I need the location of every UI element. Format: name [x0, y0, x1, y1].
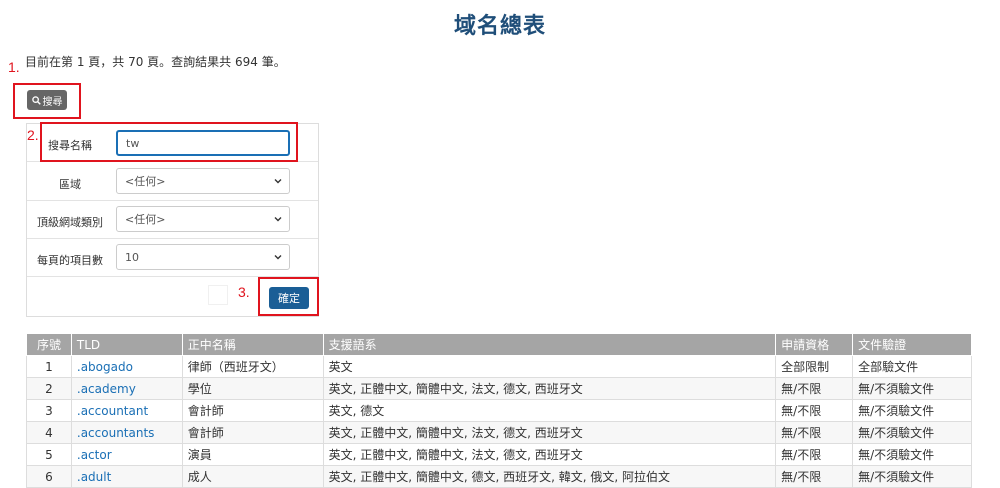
- blank-placeholder: [208, 285, 228, 305]
- form-row-per-page: 每頁的項目數 10: [27, 239, 318, 277]
- search-button-label: 搜尋: [42, 96, 63, 108]
- cell-languages: 英文, 正體中文, 簡體中文, 法文, 德文, 西班牙文: [322, 377, 777, 400]
- cell-languages: 英文, 德文: [322, 399, 777, 422]
- form-row-region: 區域 <任何>: [27, 163, 318, 201]
- table-row: 3 .accountant 會計師 英文, 德文 無/不限 無/不須驗文件: [26, 399, 972, 422]
- table-row: 5 .actor 演員 英文, 正體中文, 簡體中文, 法文, 德文, 西班牙文 無/不…: [26, 443, 972, 466]
- cell-chinese-name: 會計師: [181, 399, 324, 422]
- cell-chinese-name: 學位: [181, 377, 324, 400]
- cell-tld[interactable]: .accountants: [70, 421, 183, 444]
- form-row-tld-type: 頂級網域類別 <任何>: [27, 201, 318, 239]
- header-eligibility[interactable]: 申請資格: [775, 333, 854, 356]
- chevron-down-icon: [274, 217, 282, 222]
- cell-chinese-name: 成人: [181, 465, 324, 488]
- cell-doc-verification: 無/不須驗文件: [852, 377, 972, 400]
- cell-eligibility: 無/不限: [775, 465, 854, 488]
- annotation-1-label: 1.: [8, 59, 20, 75]
- per-page-field-label: 每頁的項目數: [37, 254, 103, 267]
- chevron-down-icon: [274, 179, 282, 184]
- per-page-select-value: 10: [125, 250, 139, 264]
- header-index: 序號: [26, 333, 72, 356]
- result-summary: 目前在第 1 頁，共 70 頁。查詢結果共 694 筆。: [25, 55, 286, 69]
- cell-languages: 英文, 正體中文, 簡體中文, 法文, 德文, 西班牙文: [322, 443, 777, 466]
- tld-type-select[interactable]: <任何>: [116, 206, 290, 232]
- cell-tld[interactable]: .actor: [70, 443, 183, 466]
- header-doc-verification: 文件驗證: [852, 333, 972, 356]
- cell-eligibility: 無/不限: [775, 377, 854, 400]
- cell-tld[interactable]: .adult: [70, 465, 183, 488]
- domain-table: 序號 TLD 正中名稱 支援語系 申請資格 文件驗證 1 .abogado 律師（西…: [26, 333, 972, 488]
- search-toggle-button[interactable]: 搜尋: [27, 90, 67, 110]
- cell-doc-verification: 全部驗文件: [852, 355, 972, 378]
- cell-index: 4: [26, 421, 72, 444]
- table-row: 4 .accountants 會計師 英文, 正體中文, 簡體中文, 法文, 德文, …: [26, 421, 972, 444]
- region-select-value: <任何>: [125, 175, 166, 188]
- tld-type-field-label: 頂級網域類別: [37, 216, 103, 229]
- cell-index: 2: [26, 377, 72, 400]
- per-page-select[interactable]: 10: [116, 244, 290, 270]
- cell-index: 5: [26, 443, 72, 466]
- cell-languages: 英文, 正體中文, 簡體中文, 德文, 西班牙文, 韓文, 俄文, 阿拉伯文: [322, 465, 777, 488]
- annotation-2-box: [40, 122, 298, 162]
- cell-tld[interactable]: .abogado: [70, 355, 183, 378]
- table-header-row: 序號 TLD 正中名稱 支援語系 申請資格 文件驗證: [26, 333, 972, 356]
- cell-eligibility: 無/不限: [775, 399, 854, 422]
- annotation-2-label: 2.: [27, 127, 39, 143]
- cell-tld[interactable]: .accountant: [70, 399, 183, 422]
- cell-eligibility: 全部限制: [775, 355, 854, 378]
- table-row: 6 .adult 成人 英文, 正體中文, 簡體中文, 德文, 西班牙文, 韓文, 俄…: [26, 465, 972, 488]
- cell-chinese-name: 演員: [181, 443, 324, 466]
- cell-chinese-name: 律師（西班牙文）: [181, 355, 324, 378]
- cell-index: 3: [26, 399, 72, 422]
- annotation-3-label: 3.: [238, 284, 250, 300]
- table-row: 1 .abogado 律師（西班牙文） 英文 全部限制 全部驗文件: [26, 355, 972, 378]
- cell-eligibility: 無/不限: [775, 421, 854, 444]
- cell-doc-verification: 無/不須驗文件: [852, 465, 972, 488]
- tld-type-select-value: <任何>: [125, 213, 166, 226]
- cell-doc-verification: 無/不須驗文件: [852, 399, 972, 422]
- chevron-down-icon: [274, 255, 282, 260]
- cell-tld[interactable]: .academy: [70, 377, 183, 400]
- page-title: 域名總表: [453, 14, 546, 39]
- confirm-button[interactable]: 確定: [269, 287, 309, 309]
- cell-index: 1: [26, 355, 72, 378]
- header-chinese-name[interactable]: 正中名稱: [181, 333, 324, 356]
- cell-languages: 英文, 正體中文, 簡體中文, 法文, 德文, 西班牙文: [322, 421, 777, 444]
- cell-index: 6: [26, 465, 72, 488]
- search-icon: [31, 95, 41, 105]
- region-select[interactable]: <任何>: [116, 168, 290, 194]
- header-languages: 支援語系: [322, 333, 777, 356]
- cell-doc-verification: 無/不須驗文件: [852, 421, 972, 444]
- region-field-label: 區域: [59, 178, 81, 191]
- cell-doc-verification: 無/不須驗文件: [852, 443, 972, 466]
- cell-languages: 英文: [322, 355, 777, 378]
- cell-eligibility: 無/不限: [775, 443, 854, 466]
- cell-chinese-name: 會計師: [181, 421, 324, 444]
- header-tld[interactable]: TLD: [70, 333, 183, 356]
- table-row: 2 .academy 學位 英文, 正體中文, 簡體中文, 法文, 德文, 西班牙文無…: [26, 377, 972, 400]
